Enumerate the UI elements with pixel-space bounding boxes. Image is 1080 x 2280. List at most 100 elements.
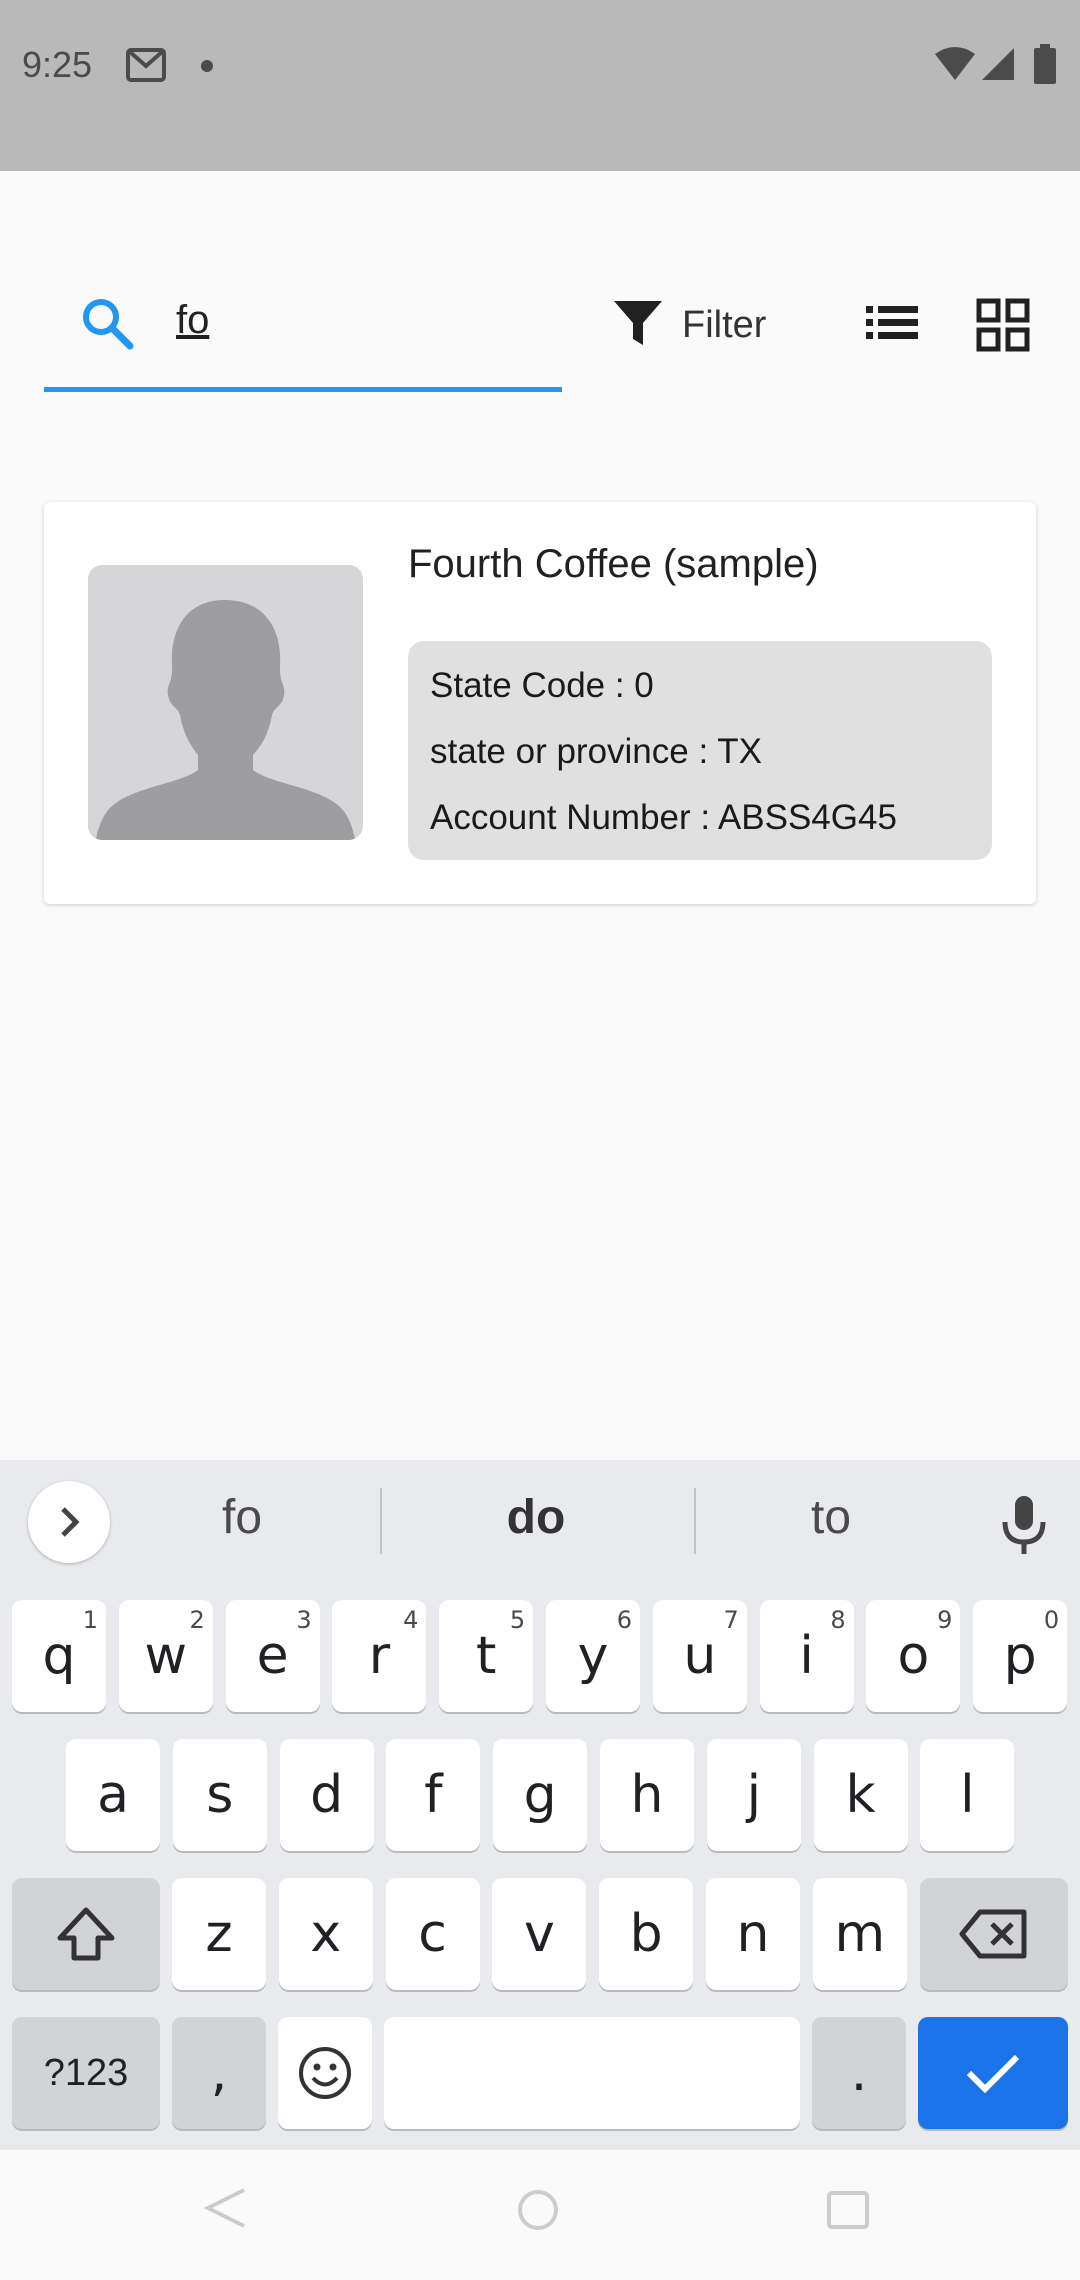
key-y-label: y [577, 1626, 609, 1686]
filter-button[interactable]: Filter [612, 290, 766, 360]
key-b-label: b [629, 1904, 663, 1964]
key-x[interactable]: x [278, 1878, 373, 1990]
key-a-label: a [97, 1765, 129, 1825]
key-n[interactable]: n [706, 1878, 800, 1990]
key-h[interactable]: h [600, 1739, 694, 1851]
key-o[interactable]: o9 [866, 1600, 961, 1712]
symbols-key[interactable]: ?123 [12, 2017, 160, 2129]
key-y[interactable]: y6 [546, 1600, 640, 1712]
notification-dot-icon [201, 60, 213, 72]
key-e-label: e [256, 1626, 289, 1686]
key-c[interactable]: c [385, 1878, 480, 1990]
recent-apps-icon[interactable] [826, 2190, 870, 2235]
backspace-key[interactable] [920, 1878, 1068, 1990]
list-icon [864, 306, 920, 352]
list-view-button[interactable] [864, 298, 920, 353]
key-s[interactable]: s [172, 1739, 267, 1851]
period-label: . [850, 2043, 868, 2103]
enter-key[interactable] [918, 2017, 1068, 2129]
key-d-label: d [310, 1765, 344, 1825]
key-u[interactable]: u7 [652, 1600, 747, 1712]
suggestion-expand-button[interactable] [28, 1481, 110, 1563]
grid-view-button[interactable] [976, 298, 1030, 357]
suggestion-3[interactable]: to [731, 1490, 931, 1545]
suggestion-divider [380, 1488, 382, 1554]
key-e-hint: 3 [296, 1606, 312, 1634]
key-r[interactable]: r4 [332, 1600, 427, 1712]
key-h-label: h [630, 1765, 664, 1825]
key-r-hint: 4 [403, 1606, 419, 1634]
filter-icon [612, 299, 664, 352]
key-k-label: k [845, 1765, 876, 1825]
comma-key[interactable]: , [172, 2017, 266, 2129]
key-m[interactable]: m [812, 1878, 907, 1990]
key-j[interactable]: j [706, 1739, 801, 1851]
key-j-label: j [746, 1765, 762, 1825]
search-icon [80, 296, 134, 355]
suggestion-divider [694, 1488, 696, 1554]
signal-icon [980, 46, 1016, 87]
key-o-hint: 9 [937, 1606, 953, 1634]
shift-key[interactable] [12, 1878, 160, 1990]
search-input[interactable] [176, 290, 556, 350]
key-p-hint: 0 [1043, 1606, 1060, 1634]
key-n-label: n [736, 1904, 770, 1964]
key-c-label: c [418, 1904, 447, 1964]
key-q-label: q [42, 1626, 76, 1686]
key-b[interactable]: b [599, 1878, 694, 1990]
key-g[interactable]: g [493, 1739, 588, 1851]
key-e[interactable]: e3 [225, 1600, 320, 1712]
key-i-label: i [799, 1626, 814, 1686]
key-q-hint: 1 [82, 1606, 98, 1634]
key-y-hint: 6 [616, 1606, 632, 1634]
key-v[interactable]: v [492, 1878, 587, 1990]
key-p[interactable]: p0 [973, 1600, 1068, 1712]
emoji-key[interactable] [278, 2017, 372, 2129]
key-l[interactable]: l [920, 1739, 1015, 1851]
key-w-label: w [144, 1626, 188, 1686]
key-i-hint: 8 [830, 1606, 846, 1634]
person-placeholder-icon [96, 600, 355, 840]
key-t-label: t [475, 1626, 497, 1686]
suggestion-2[interactable]: do [436, 1490, 636, 1545]
key-u-label: u [683, 1626, 717, 1686]
key-w[interactable]: w2 [118, 1600, 213, 1712]
key-f[interactable]: f [386, 1739, 481, 1851]
account-details: State Code : 0 state or province : TX Ac… [408, 641, 992, 860]
key-s-label: s [206, 1765, 234, 1825]
key-d[interactable]: d [279, 1739, 374, 1851]
key-f-label: f [424, 1765, 443, 1825]
key-u-hint: 7 [723, 1606, 739, 1634]
key-v-label: v [524, 1904, 555, 1964]
key-a[interactable]: a [66, 1739, 160, 1851]
state-or-province: state or province : TX [430, 732, 763, 771]
key-g-label: g [523, 1765, 557, 1825]
key-q[interactable]: q1 [12, 1600, 106, 1712]
home-icon[interactable] [516, 2188, 560, 2237]
account-name: Fourth Coffee (sample) [408, 542, 819, 586]
gmail-icon [126, 48, 166, 87]
suggestion-1[interactable]: fo [142, 1490, 342, 1545]
emoji-icon [299, 2047, 351, 2099]
space-key[interactable] [384, 2017, 800, 2129]
key-w-hint: 2 [189, 1606, 205, 1634]
key-r-label: r [368, 1626, 391, 1686]
key-p-label: p [1003, 1626, 1037, 1686]
key-k[interactable]: k [813, 1739, 908, 1851]
state-code: State Code : 0 [430, 666, 654, 705]
key-z[interactable]: z [172, 1878, 266, 1990]
chevron-right-icon [61, 1507, 80, 1537]
microphone-icon[interactable] [1000, 1494, 1048, 1561]
period-key[interactable]: . [812, 2017, 906, 2129]
key-t-hint: 5 [509, 1606, 526, 1634]
key-o-label: o [897, 1626, 930, 1686]
symbols-label: ?123 [43, 2051, 129, 2094]
key-t[interactable]: t5 [439, 1600, 534, 1712]
key-z-label: z [205, 1904, 233, 1964]
key-i[interactable]: i8 [759, 1600, 854, 1712]
checkmark-icon [966, 2054, 1020, 2094]
key-m-label: m [834, 1904, 886, 1964]
back-icon[interactable] [203, 2186, 248, 2235]
wifi-icon [934, 46, 976, 87]
key-l-label: l [960, 1765, 975, 1825]
